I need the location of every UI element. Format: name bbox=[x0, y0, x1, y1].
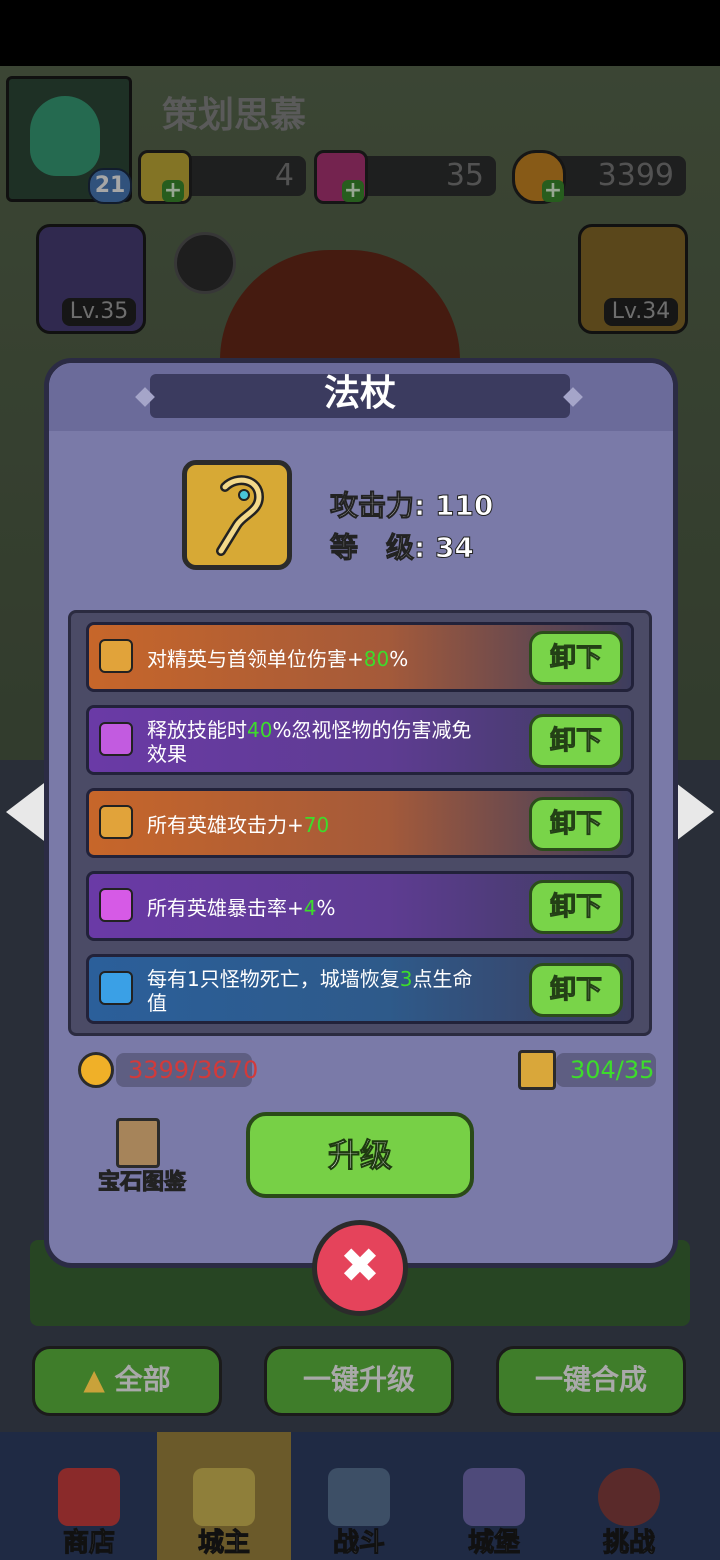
filter-all-button[interactable]: ▲ 全部 bbox=[32, 1346, 222, 1416]
shop-icon bbox=[58, 1468, 120, 1526]
purple-gem-icon bbox=[99, 888, 133, 922]
gem-row-2: 释放技能时40%忽视怪物的伤害减免效果 卸下 bbox=[86, 705, 634, 775]
unequip-button[interactable]: 卸下 bbox=[529, 631, 623, 685]
nav-lord[interactable]: 城主 bbox=[157, 1432, 291, 1560]
crown-icon bbox=[193, 1468, 255, 1526]
gem-effect-text: 所有英雄暴击率+4% bbox=[147, 896, 336, 920]
gem-effect-text: 所有英雄攻击力+70 bbox=[147, 813, 330, 837]
scroll-cost-icon bbox=[518, 1050, 556, 1090]
unequip-button[interactable]: 卸下 bbox=[529, 714, 623, 768]
close-icon[interactable]: ✖ bbox=[312, 1220, 408, 1316]
prev-arrow-icon[interactable] bbox=[6, 780, 48, 844]
blue-gem-icon bbox=[99, 971, 133, 1005]
coin-cost: 3399/3670 bbox=[116, 1053, 258, 1087]
level-stat: 等 级: 34 bbox=[329, 526, 474, 566]
merge-all-button[interactable]: 一键合成 bbox=[496, 1346, 686, 1416]
nav-shop[interactable]: 商店 bbox=[22, 1432, 156, 1560]
purple-gem-icon bbox=[99, 722, 133, 756]
gem-row-5: 每有1只怪物死亡，城墙恢复3点生命值 卸下 bbox=[86, 954, 634, 1024]
scroll-cost: 304/35 bbox=[556, 1053, 656, 1087]
unequip-button[interactable]: 卸下 bbox=[529, 963, 623, 1017]
upgrade-button[interactable]: 升级 bbox=[246, 1112, 474, 1198]
nav-shop-label: 商店 bbox=[62, 1528, 115, 1559]
nav-castle[interactable]: 城堡 bbox=[427, 1432, 561, 1560]
status-bar bbox=[0, 0, 720, 66]
next-arrow-icon[interactable] bbox=[672, 780, 714, 844]
gem-guide-label[interactable]: 宝石图鉴 bbox=[92, 1164, 192, 1196]
orange-gem-icon bbox=[99, 805, 133, 839]
book-icon[interactable] bbox=[116, 1118, 160, 1168]
nav-challenge-label: 挑战 bbox=[602, 1528, 655, 1559]
staff-icon bbox=[182, 460, 292, 570]
filter-all-label: 全部 bbox=[114, 1363, 171, 1396]
demon-icon bbox=[598, 1468, 660, 1526]
gem-effect-text: 对精英与首领单位伤害+80% bbox=[147, 647, 409, 671]
level-value: 34 bbox=[434, 531, 474, 565]
upgrade-all-button[interactable]: 一键升级 bbox=[264, 1346, 454, 1416]
unequip-button[interactable]: 卸下 bbox=[529, 880, 623, 934]
gem-row-3: 所有英雄攻击力+70 卸下 bbox=[86, 788, 634, 858]
triangle-icon: ▲ bbox=[83, 1363, 105, 1396]
nav-battle-label: 战斗 bbox=[332, 1528, 385, 1559]
gold-coin-icon bbox=[78, 1052, 114, 1088]
attack-value: 110 bbox=[434, 489, 494, 523]
crossed-swords-icon bbox=[328, 1468, 390, 1526]
attack-stat: 攻击力: 110 bbox=[329, 484, 494, 524]
level-label: 等 级: bbox=[329, 531, 426, 565]
nav-lord-label: 城主 bbox=[197, 1528, 250, 1559]
gem-row-4: 所有英雄暴击率+4% 卸下 bbox=[86, 871, 634, 941]
modal-title: 法杖 bbox=[323, 373, 396, 414]
attack-label: 攻击力: bbox=[329, 489, 426, 523]
castle-icon bbox=[463, 1468, 525, 1526]
nav-castle-label: 城堡 bbox=[467, 1528, 520, 1559]
gem-effect-text: 每有1只怪物死亡，城墙恢复3点生命值 bbox=[147, 967, 473, 1015]
gem-row-1: 对精英与首领单位伤害+80% 卸下 bbox=[86, 622, 634, 692]
orange-gem-icon bbox=[99, 639, 133, 673]
gem-effect-text: 释放技能时40%忽视怪物的伤害减免效果 bbox=[147, 718, 472, 766]
nav-battle[interactable]: 战斗 bbox=[292, 1432, 426, 1560]
nav-challenge[interactable]: 挑战 bbox=[562, 1432, 696, 1560]
unequip-button[interactable]: 卸下 bbox=[529, 797, 623, 851]
